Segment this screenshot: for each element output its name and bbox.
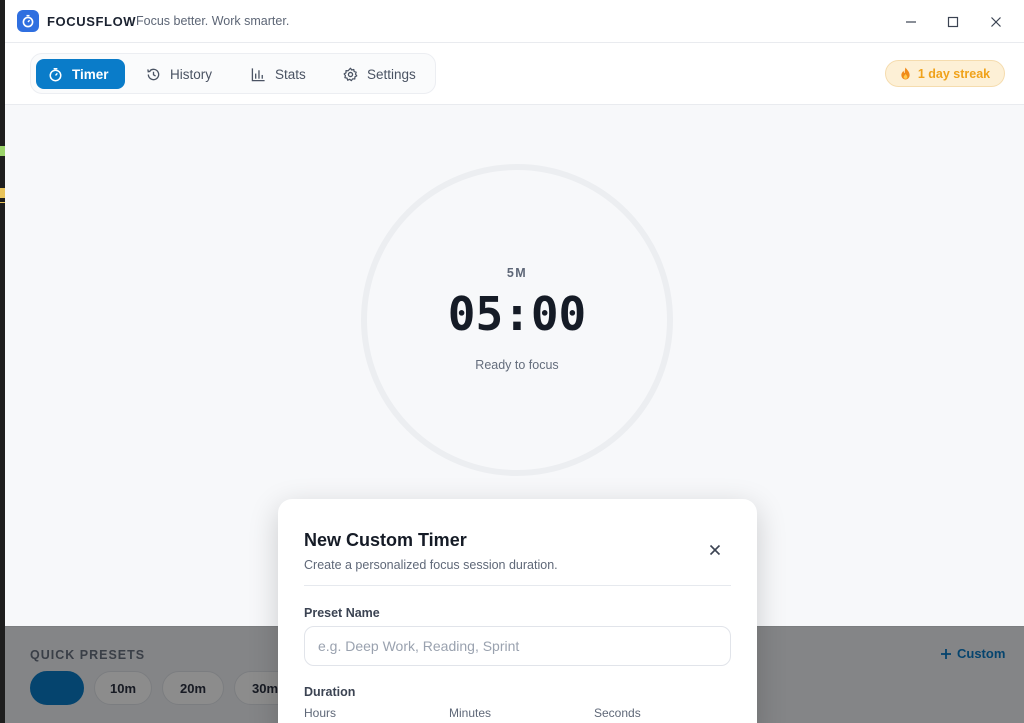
app-logo-icon xyxy=(17,10,39,32)
timer-display: 05:00 xyxy=(447,287,587,341)
minutes-label: Minutes xyxy=(449,706,492,720)
close-icon xyxy=(709,544,721,556)
duration-label: Duration xyxy=(304,685,356,699)
preset-name-label: Preset Name xyxy=(304,606,380,620)
flame-icon xyxy=(901,67,910,80)
app-name: FOCUSFLOW xyxy=(47,14,137,29)
tab-settings[interactable]: Settings xyxy=(331,59,428,89)
title-bar: FOCUSFLOW Focus better. Work smarter. xyxy=(5,0,1024,43)
streak-badge: 1 day streak xyxy=(885,60,1005,87)
tab-timer[interactable]: Timer xyxy=(36,59,125,89)
divider xyxy=(304,585,731,586)
tab-history[interactable]: History xyxy=(134,59,224,89)
preset-name-input[interactable] xyxy=(304,626,731,666)
window-close-button[interactable] xyxy=(983,9,1009,35)
tab-stats[interactable]: Stats xyxy=(239,59,318,89)
tab-label: Timer xyxy=(72,66,109,82)
hours-label: Hours xyxy=(304,706,337,720)
app-window: FOCUSFLOW Focus better. Work smarter. Ti… xyxy=(5,0,1024,723)
bar-chart-icon xyxy=(251,67,265,81)
tab-label: Settings xyxy=(367,66,416,82)
maximize-button[interactable] xyxy=(940,9,966,35)
close-icon xyxy=(991,17,1001,27)
dialog-subtitle: Create a personalized focus session dura… xyxy=(304,558,558,572)
tab-label: Stats xyxy=(275,66,306,82)
history-icon xyxy=(147,68,160,80)
dialog-title: New Custom Timer xyxy=(304,530,467,550)
tab-label: History xyxy=(170,66,213,82)
timer-status: Ready to focus xyxy=(475,358,559,372)
seconds-label: Seconds xyxy=(594,706,641,720)
maximize-icon xyxy=(947,16,959,28)
nav-bar: Timer History Stats Settings 1 day strea… xyxy=(5,43,1024,105)
tab-group: Timer History Stats Settings xyxy=(30,53,436,94)
dialog-close-button[interactable] xyxy=(705,540,725,560)
minimize-button[interactable] xyxy=(898,9,924,35)
minimize-icon xyxy=(906,21,916,23)
timer-preset-label: 5M xyxy=(506,266,528,280)
app-tagline: Focus better. Work smarter. xyxy=(136,14,290,28)
gear-icon xyxy=(343,67,358,81)
streak-label: 1 day streak xyxy=(917,66,991,81)
custom-timer-dialog: New Custom Timer Create a personalized f… xyxy=(278,499,757,723)
stopwatch-icon xyxy=(49,67,62,81)
